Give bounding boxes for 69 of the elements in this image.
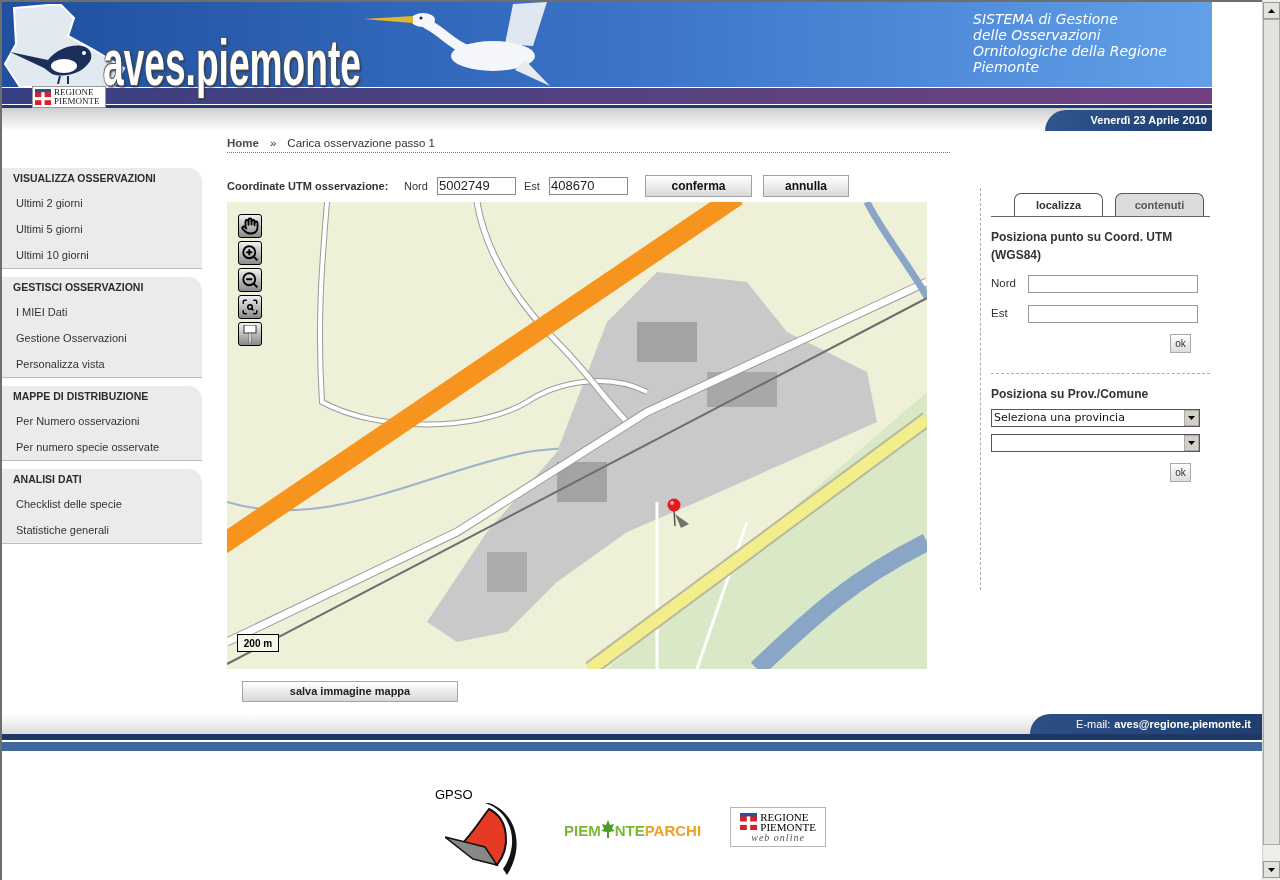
sidebar-link[interactable]: Ultimi 5 giorni [2,216,202,242]
ok-button[interactable]: ok [1170,463,1191,482]
map-scale-label: 200 m [237,634,279,652]
email-label: E-mail: [1076,716,1111,732]
coordinate-field-label: Nord [404,178,429,194]
dropdown-field[interactable]: Seleziona una provincia [991,409,1200,427]
leaf-icon [600,820,615,838]
cancel-button[interactable]: annulla [763,175,849,197]
sidebar-link[interactable]: Per numero specie osservate [2,434,202,460]
zoom-box-icon [241,298,259,316]
panel-tab[interactable]: localizza [1014,193,1103,216]
zoom-out-icon [241,271,259,289]
sidebar-link[interactable]: Ultimi 2 giorni [2,190,202,216]
sidebar-heading: ANALISI DATI [12,472,83,488]
sidebar-link[interactable]: Personalizza vista [2,351,202,377]
scroll-down-button[interactable] [1263,861,1280,878]
sidebar-link[interactable]: I MIEI Dati [2,299,202,325]
section-title: Posiziona punto su Coord. UTM (WGS84) [991,229,1174,264]
ok-button[interactable]: ok [1170,334,1191,353]
scroll-up-button[interactable] [1263,2,1280,19]
gpso-logo-text: GPSO [435,788,474,802]
dropdown-field[interactable] [991,434,1200,452]
bird-logo-icon [445,803,519,875]
coordinate-input[interactable]: 408670 [549,177,628,195]
dropdown-arrow-icon [1184,435,1199,451]
down-arrow-icon [1268,867,1275,872]
save-map-image-button[interactable]: salva immagine mappa [242,681,458,702]
sign-marker-icon [243,325,257,343]
parks-logo-text: PIEM [564,822,601,839]
breadcrumb-link[interactable]: Home [227,135,259,153]
up-arrow-icon [1268,8,1275,13]
zoom-out-button[interactable] [238,268,262,292]
zoom-in-button[interactable] [238,241,262,265]
zoom-in-icon [241,244,259,262]
coordinate-field-label: Est [991,306,1009,322]
confirm-button[interactable]: conferma [645,175,752,197]
sidebar-link[interactable]: Checklist delle specie [2,491,202,517]
cross-flag-icon [35,89,51,105]
parks-logo-text: NTE [614,822,645,839]
input-field[interactable] [1028,305,1198,323]
region-badge-text: REGIONE PIEMONTE [54,88,100,106]
system-tagline: SISTEMA di Gestione delle Osservazioni Ornitologiche della Regione Piemonte [973,11,1167,77]
breadcrumb-current: Carica osservazione passo 1 [287,136,436,152]
region-logo-text: REGIONE PIEMONTE [760,811,816,832]
sidebar-link[interactable]: Gestione Osservazioni [2,325,202,351]
email-link[interactable]: aves@regione.piemonte.it [1114,715,1251,733]
date-label: Venerdì 23 Aprile 2010 [1045,110,1212,131]
cross-flag-icon [740,813,758,830]
section-title: Posiziona su Prov./Comune [991,386,1150,403]
region-logo-tagline: web online [751,831,805,843]
input-field[interactable] [1028,275,1198,293]
zoom-box-button[interactable] [238,295,262,319]
sidebar-heading: GESTISCI OSSERVAZIONI [12,280,145,296]
hand-icon [241,217,259,235]
marker-tool-button[interactable] [238,322,262,346]
coordinate-input[interactable]: 5002749 [437,177,516,195]
sidebar-link[interactable]: Per Numero osservazioni [2,408,202,434]
breadcrumb-separator: » [269,136,277,152]
coordinates-label: Coordinate UTM osservazione: [227,178,390,194]
sidebar-heading: MAPPE DI DISTRIBUZIONE [12,389,150,405]
sidebar-link[interactable]: Ultimi 10 giorni [2,242,202,268]
dropdown-arrow-icon [1184,410,1199,426]
sidebar-heading: VISUALIZZA OSSERVAZIONI [12,171,157,187]
panel-tab[interactable]: contenuti [1115,193,1204,216]
coordinate-field-label: Est [524,178,541,194]
pan-tool-button[interactable] [238,214,262,238]
sidebar-link[interactable]: Statistiche generali [2,517,202,543]
coordinate-field-label: Nord [991,276,1017,292]
parks-logo-text: PARCHI [644,822,702,839]
